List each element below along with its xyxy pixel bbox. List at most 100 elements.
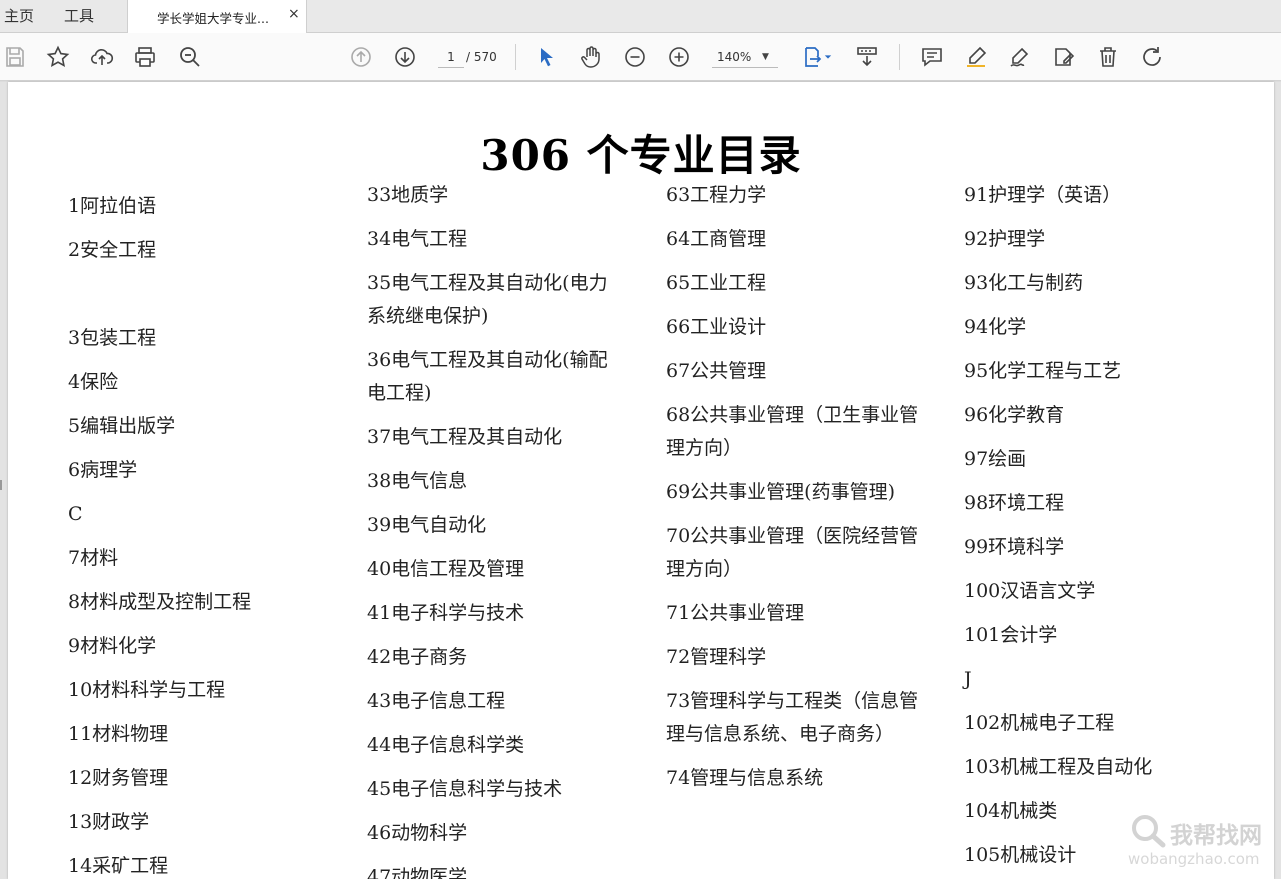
highlight-pen-icon[interactable]: [962, 43, 990, 71]
list-item: 12财务管理: [68, 767, 169, 789]
list-item: 38电气信息: [367, 470, 468, 492]
print-icon[interactable]: [131, 43, 159, 71]
list-item: 95化学工程与工艺: [964, 360, 1122, 382]
list-item: 41电子科学与技术: [367, 602, 525, 624]
list-item: 4保险: [68, 371, 119, 393]
list-item: 100汉语言文学: [964, 580, 1096, 602]
list-item: 45电子信息科学与技术: [367, 778, 563, 800]
list-item: 39电气自动化: [367, 514, 487, 536]
list-item: 92护理学: [964, 228, 1046, 250]
list-item: 11材料物理: [68, 723, 169, 745]
document-viewport[interactable]: 306 个专业目录 1阿拉伯语 2安全工程 3包装工程 4保险 5编辑出版学 6…: [0, 82, 1281, 879]
list-item: 74管理与信息系统: [666, 767, 824, 789]
bookmark-star-icon[interactable]: [44, 43, 72, 71]
column-4: 91护理学（英语） 92护理学 93化工与制药 94化学 95化学工程与工艺 9…: [964, 179, 1224, 879]
list-item: 71公共事业管理: [666, 602, 805, 624]
delete-icon[interactable]: [1094, 43, 1122, 71]
list-item: 37电气工程及其自动化: [367, 426, 563, 448]
select-cursor-icon[interactable]: [533, 43, 561, 71]
toolbar-divider: [515, 44, 516, 70]
list-item: 97绘画: [964, 448, 1027, 470]
list-item: 5编辑出版学: [68, 415, 176, 437]
list-item: 33地质学: [367, 184, 449, 206]
tab-document[interactable]: 学长学姐大学专业... ×: [127, 0, 307, 34]
tab-document-title: 学长学姐大学专业...: [157, 11, 269, 26]
watermark-text: 我帮找网: [1170, 823, 1262, 849]
list-item: 13财政学: [68, 811, 150, 833]
list-item: 6病理学: [68, 459, 138, 481]
list-item: 72管理科学: [666, 646, 767, 668]
stamp-icon[interactable]: [1050, 43, 1078, 71]
watermark: 我帮找网 wobangzhao.com: [1128, 812, 1278, 874]
fit-page-dropdown-icon[interactable]: [821, 43, 835, 71]
close-tab-icon[interactable]: ×: [288, 6, 300, 22]
tab-home[interactable]: 主页: [4, 0, 34, 32]
list-item: 70公共事业管理（医院经营管理方向）: [666, 525, 919, 580]
list-item: 99环境科学: [964, 536, 1065, 558]
rotate-icon[interactable]: [1138, 43, 1166, 71]
list-item: 8材料成型及控制工程: [68, 591, 252, 613]
list-item: 96化学教育: [964, 404, 1065, 426]
tab-tools[interactable]: 工具: [64, 0, 94, 32]
section-letter: C: [68, 503, 83, 525]
watermark-url: wobangzhao.com: [1128, 850, 1260, 868]
list-item: 35电气工程及其自动化(电力系统继电保护): [367, 272, 608, 327]
page-total-label: / 570: [466, 50, 497, 64]
list-item: 36电气工程及其自动化(输配电工程): [367, 349, 608, 404]
prev-page-icon[interactable]: [347, 43, 375, 71]
list-item: 98环境工程: [964, 492, 1065, 514]
list-item: 42电子商务: [367, 646, 468, 668]
list-item: 7材料: [68, 547, 119, 569]
zoom-out-icon[interactable]: [621, 43, 649, 71]
search-zoom-icon[interactable]: [176, 43, 204, 71]
list-item: 94化学: [964, 316, 1027, 338]
next-page-icon[interactable]: [391, 43, 419, 71]
list-item: 2安全工程: [68, 239, 157, 261]
list-item: 34电气工程: [367, 228, 468, 250]
list-item: 102机械电子工程: [964, 712, 1115, 734]
toolbar-divider: [899, 44, 900, 70]
list-item: 68公共事业管理（卫生事业管理方向）: [666, 404, 919, 459]
magnifier-logo-icon: [1132, 815, 1166, 848]
list-item: 69公共事业管理(药事管理): [666, 481, 896, 503]
list-item: 3包装工程: [68, 327, 157, 349]
list-item: 65工业工程: [666, 272, 767, 294]
upload-cloud-icon[interactable]: [88, 43, 116, 71]
list-item: 103机械工程及自动化: [964, 756, 1153, 778]
list-item: 64工商管理: [666, 228, 767, 250]
column-1: 1阿拉伯语 2安全工程 3包装工程 4保险 5编辑出版学 6病理学 C 7材料 …: [68, 190, 338, 879]
list-item: 44电子信息科学类: [367, 734, 525, 756]
list-item: 101会计学: [964, 624, 1058, 646]
scroll-mode-icon[interactable]: [853, 43, 881, 71]
section-letter: J: [964, 668, 972, 690]
column-3: 63工程力学 64工商管理 65工业工程 66工业设计 67公共管理 68公共事…: [666, 179, 928, 806]
pdf-page: 306 个专业目录 1阿拉伯语 2安全工程 3包装工程 4保险 5编辑出版学 6…: [8, 82, 1274, 879]
list-item: 46动物科学: [367, 822, 468, 844]
hand-tool-icon[interactable]: [577, 43, 605, 71]
list-item: 10材料科学与工程: [68, 679, 226, 701]
list-item: 1阿拉伯语: [68, 195, 157, 217]
list-item: 40电信工程及管理: [367, 558, 525, 580]
list-item: 63工程力学: [666, 184, 767, 206]
column-2: 33地质学 34电气工程 35电气工程及其自动化(电力系统继电保护) 36电气工…: [367, 179, 617, 879]
page-title: 306 个专业目录: [480, 131, 802, 180]
zoom-in-icon[interactable]: [665, 43, 693, 71]
sign-icon[interactable]: [1006, 43, 1034, 71]
list-item: 73管理科学与工程类（信息管理与信息系统、电子商务）: [666, 690, 919, 745]
list-item: 91护理学（英语）: [964, 184, 1122, 206]
page-number-input[interactable]: 1: [438, 46, 464, 68]
list-item: 47动物医学: [367, 866, 468, 879]
save-icon[interactable]: [1, 43, 29, 71]
page-edge-marker: [0, 480, 2, 490]
comment-icon[interactable]: [918, 43, 946, 71]
list-item: 66工业设计: [666, 316, 767, 338]
toolbar: 1 / 570 140% ▼: [0, 33, 1281, 81]
list-item: 67公共管理: [666, 360, 767, 382]
list-item: 93化工与制药: [964, 272, 1084, 294]
chevron-down-icon[interactable]: ▼: [762, 46, 769, 68]
list-item: 14采矿工程: [68, 855, 169, 877]
list-item: 43电子信息工程: [367, 690, 506, 712]
list-item: 9材料化学: [68, 635, 157, 657]
tab-strip: 主页 工具 学长学姐大学专业... ×: [0, 0, 1281, 34]
